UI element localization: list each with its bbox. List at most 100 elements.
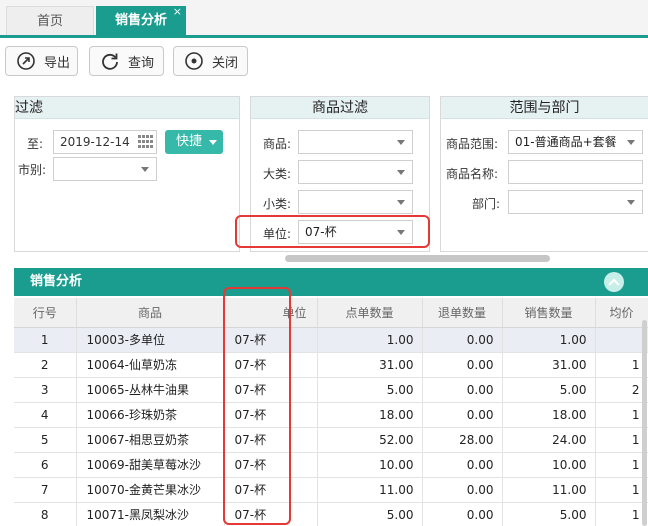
cell-return-qty: 0.00 bbox=[422, 477, 503, 503]
cell-order-qty: 5.00 bbox=[317, 377, 423, 403]
department-select[interactable] bbox=[508, 190, 643, 214]
cell-return-qty: 0.00 bbox=[422, 377, 503, 403]
goods-name-label: 商品名称: bbox=[446, 167, 499, 181]
unit-filter-highlight bbox=[235, 215, 430, 248]
cell-return-qty: 0.00 bbox=[422, 452, 503, 478]
cell-order-qty: 18.00 bbox=[317, 402, 423, 428]
calendar-icon[interactable] bbox=[138, 135, 153, 149]
cell-return-qty: 0.00 bbox=[422, 352, 503, 378]
cell-order-qty: 31.00 bbox=[317, 352, 423, 378]
cell-row-number: 4 bbox=[14, 402, 77, 428]
goods-select[interactable] bbox=[298, 130, 413, 154]
quick-select-button[interactable]: 快捷 bbox=[165, 130, 223, 154]
table-row[interactable]: 1 10003-多单位 07-杯 1.00 0.00 1.00 bbox=[14, 327, 648, 353]
grid-vertical-scrollbar[interactable] bbox=[642, 320, 647, 526]
table-header-row: 行号 商品 单位 点单数量 退单数量 销售数量 均价 bbox=[14, 298, 648, 328]
query-button[interactable]: 查询 bbox=[89, 46, 164, 76]
filter-horizontal-scrollbar[interactable] bbox=[285, 255, 550, 262]
cell-avg-price: 2 bbox=[595, 377, 648, 403]
goods-filter-title: 商品过滤 bbox=[251, 97, 429, 119]
export-button[interactable]: 导出 bbox=[5, 46, 78, 76]
chevron-down-icon bbox=[627, 200, 635, 205]
collapse-button[interactable] bbox=[604, 272, 624, 292]
cell-row-number: 2 bbox=[14, 352, 77, 378]
column-header-avg-price[interactable]: 均价 bbox=[595, 298, 648, 328]
cell-return-qty: 0.00 bbox=[422, 502, 503, 526]
column-header-return-qty[interactable]: 退单数量 bbox=[422, 298, 503, 328]
unit-column-highlight bbox=[223, 287, 291, 525]
column-header-row-number[interactable]: 行号 bbox=[14, 298, 77, 328]
cell-row-number: 8 bbox=[14, 502, 77, 526]
to-date-label: 至: bbox=[27, 137, 44, 151]
cell-order-qty: 11.00 bbox=[317, 477, 423, 503]
cell-goods: 10070-金黄芒果冰沙 bbox=[76, 477, 225, 503]
close-button[interactable]: 关闭 bbox=[173, 46, 248, 76]
cell-order-qty: 1.00 bbox=[317, 327, 423, 353]
cell-row-number: 1 bbox=[14, 327, 77, 353]
tab-sales-analysis[interactable]: 销售分析 × bbox=[96, 5, 186, 35]
table-row[interactable]: 2 10064-仙草奶冻 07-杯 31.00 0.00 31.00 1 bbox=[14, 352, 648, 378]
to-date-input[interactable]: 2019-12-14 bbox=[53, 130, 157, 154]
cell-goods: 10066-珍珠奶茶 bbox=[76, 402, 225, 428]
tab-sales-analysis-label: 销售分析 bbox=[114, 13, 167, 28]
table-row[interactable]: 6 10069-甜美草莓冰沙 07-杯 10.00 0.00 10.00 1 bbox=[14, 452, 648, 478]
cell-return-qty: 0.00 bbox=[422, 402, 503, 428]
cell-sales-qty: 5.00 bbox=[502, 377, 596, 403]
cell-goods: 10071-黑凤梨冰沙 bbox=[76, 502, 225, 526]
export-icon bbox=[17, 52, 35, 70]
table-row[interactable]: 8 10071-黑凤梨冰沙 07-杯 5.00 0.00 5.00 1 bbox=[14, 502, 648, 526]
cell-row-number: 3 bbox=[14, 377, 77, 403]
goods-name-input[interactable] bbox=[508, 160, 643, 184]
column-header-sales-qty[interactable]: 销售数量 bbox=[502, 298, 596, 328]
cell-sales-qty: 31.00 bbox=[502, 352, 596, 378]
category-label: 大类: bbox=[263, 167, 292, 181]
cell-avg-price: 1 bbox=[595, 402, 648, 428]
cell-goods: 10003-多单位 bbox=[76, 327, 225, 353]
city-label: 市别: bbox=[18, 163, 47, 177]
grid-title: 销售分析 bbox=[30, 274, 83, 289]
close-button-label: 关闭 bbox=[212, 55, 239, 71]
chevron-down-icon bbox=[397, 170, 405, 175]
subcategory-select[interactable] bbox=[298, 190, 413, 214]
stop-circle-icon bbox=[185, 52, 203, 70]
column-header-order-qty[interactable]: 点单数量 bbox=[317, 298, 423, 328]
tab-home[interactable]: 首页 bbox=[6, 6, 94, 35]
cell-avg-price: 1 bbox=[595, 427, 648, 453]
chevron-down-icon bbox=[627, 140, 635, 145]
sales-analysis-table: 行号 商品 单位 点单数量 退单数量 销售数量 均价 1 10003-多单位 07-… bbox=[14, 298, 648, 526]
table-row[interactable]: 5 10067-相思豆奶茶 07-杯 52.00 28.00 24.00 1 bbox=[14, 427, 648, 453]
column-header-goods[interactable]: 商品 bbox=[76, 298, 225, 328]
time-filter-panel: 过滤 至: 2019-12-14 快捷 市别: bbox=[14, 96, 240, 252]
to-date-value: 2019-12-14 bbox=[60, 135, 130, 149]
tab-bar: 首页 销售分析 × bbox=[0, 0, 648, 38]
subcategory-label: 小类: bbox=[263, 197, 292, 211]
cell-avg-price: 1 bbox=[595, 477, 648, 503]
goods-range-select[interactable]: 01-普通商品+套餐 bbox=[508, 130, 643, 154]
time-filter-title: 过滤 bbox=[15, 97, 239, 119]
table-row[interactable]: 4 10066-珍珠奶茶 07-杯 18.00 0.00 18.00 1 bbox=[14, 402, 648, 428]
range-department-title: 范围与部门 bbox=[441, 97, 648, 119]
cell-sales-qty: 18.00 bbox=[502, 402, 596, 428]
cell-sales-qty: 11.00 bbox=[502, 477, 596, 503]
quick-select-label: 快捷 bbox=[176, 134, 203, 149]
cell-row-number: 5 bbox=[14, 427, 77, 453]
cell-sales-qty: 1.00 bbox=[502, 327, 596, 353]
cell-goods: 10067-相思豆奶茶 bbox=[76, 427, 225, 453]
cell-row-number: 7 bbox=[14, 477, 77, 503]
table-row[interactable]: 3 10065-丛林牛油果 07-杯 5.00 0.00 5.00 2 bbox=[14, 377, 648, 403]
cell-goods: 10065-丛林牛油果 bbox=[76, 377, 225, 403]
table-row[interactable]: 7 10070-金黄芒果冰沙 07-杯 11.00 0.00 11.00 1 bbox=[14, 477, 648, 503]
cell-avg-price: 1 bbox=[595, 452, 648, 478]
query-button-label: 查询 bbox=[128, 55, 155, 71]
cell-avg-price bbox=[595, 327, 648, 353]
close-tab-icon[interactable]: × bbox=[173, 0, 182, 26]
refresh-icon bbox=[102, 53, 118, 70]
range-department-panel: 范围与部门 商品范围: 01-普通商品+套餐 商品名称: 部门: bbox=[440, 96, 648, 252]
export-button-label: 导出 bbox=[44, 55, 71, 71]
city-select[interactable] bbox=[53, 157, 157, 181]
cell-order-qty: 10.00 bbox=[317, 452, 423, 478]
cell-order-qty: 5.00 bbox=[317, 502, 423, 526]
cell-return-qty: 0.00 bbox=[422, 327, 503, 353]
category-select[interactable] bbox=[298, 160, 413, 184]
goods-range-label: 商品范围: bbox=[446, 137, 499, 151]
